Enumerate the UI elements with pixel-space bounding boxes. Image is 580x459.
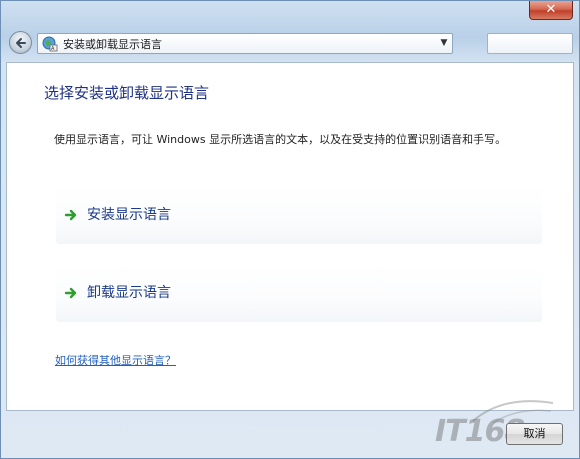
install-display-language-option[interactable]: 安装显示语言 [56,184,542,244]
uninstall-display-language-option[interactable]: 卸载显示语言 [56,262,542,322]
close-icon: ✕ [545,2,557,17]
green-arrow-icon [64,207,78,221]
page-description: 使用显示语言，可让 Windows 显示所选语言的文本，以及在受支持的位置识别语… [54,133,507,146]
svg-text:A: A [51,46,55,52]
option-label: 安装显示语言 [87,207,171,223]
page-title: 选择安装或卸载显示语言 [44,84,210,102]
search-input[interactable] [487,33,573,54]
close-button[interactable]: ✕ [529,1,573,20]
address-text: 安装或卸载显示语言 [63,37,162,51]
content-panel: 选择安装或卸载显示语言 使用显示语言，可让 Windows 显示所选语言的文本，… [6,62,574,411]
address-bar[interactable]: A 安装或卸载显示语言 [37,33,453,54]
back-button[interactable] [9,31,32,54]
address-dropdown-button[interactable]: ▼ [437,35,451,52]
cancel-button[interactable]: 取消 [506,423,563,445]
option-label: 卸载显示语言 [87,285,171,301]
globe-language-icon: A [42,36,58,52]
get-more-languages-link[interactable]: 如何获得其他显示语言？ [55,352,176,368]
language-installer-window: ✕ A 安装或卸载显示语言 ▼ 选择安装或卸载显示语言 使用显示语言，可让 Wi… [0,0,580,459]
back-arrow-icon [16,38,26,48]
green-arrow-icon [64,285,78,299]
